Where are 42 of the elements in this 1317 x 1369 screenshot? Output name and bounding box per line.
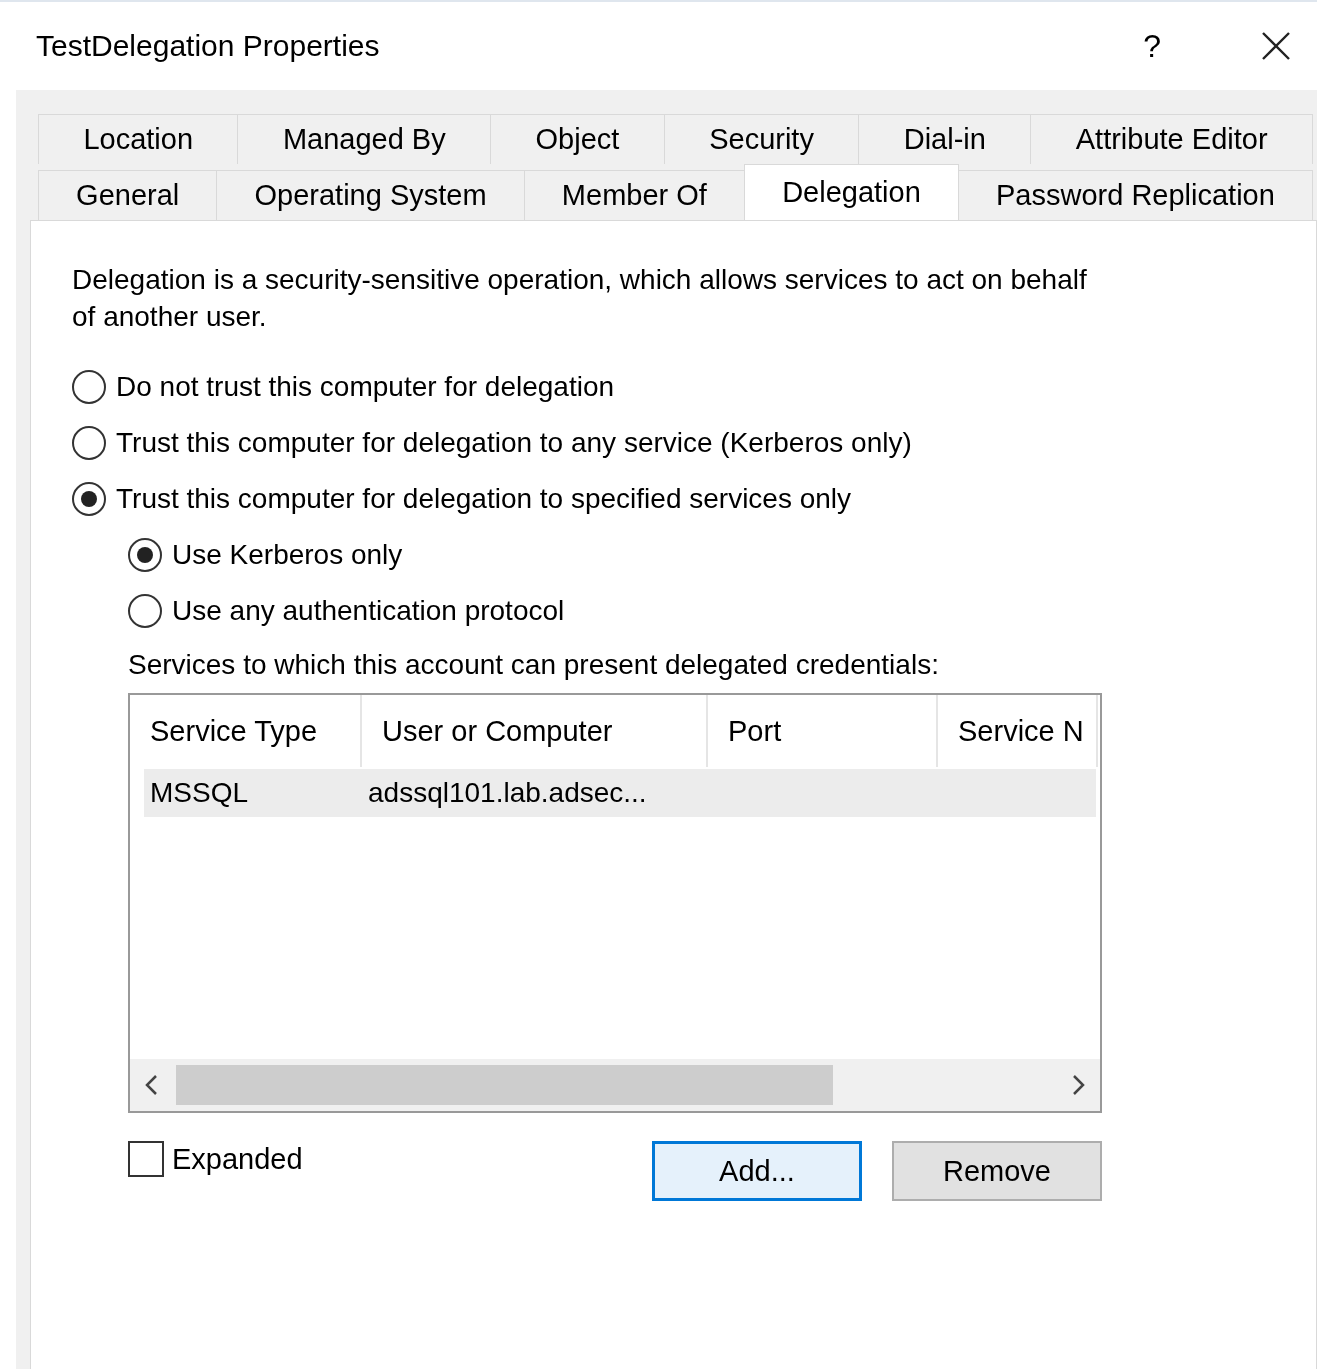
scroll-right-icon[interactable] bbox=[1072, 1074, 1086, 1096]
radio-button[interactable] bbox=[72, 426, 106, 460]
column-header[interactable]: Service Type bbox=[130, 695, 362, 767]
dialog-button[interactable]: Remove bbox=[892, 1141, 1102, 1201]
table-cell-text: adssql101.lab.adsec... bbox=[367, 776, 648, 810]
tab[interactable]: General bbox=[38, 170, 218, 220]
radio-label: Trust this computer for delegation to specified services only bbox=[116, 483, 852, 515]
scroll-left-icon[interactable] bbox=[144, 1074, 158, 1096]
services-list[interactable]: Service Type User or Computer Port Service N MSSQL adssql101.lab.adsec... bbox=[128, 693, 1102, 1113]
radio-label: Use any authentication protocol bbox=[172, 595, 565, 627]
table-cell-text: MSSQL bbox=[149, 776, 250, 810]
tab[interactable]: Password Replication bbox=[957, 170, 1313, 220]
radio-button[interactable] bbox=[128, 594, 162, 628]
radio-option[interactable]: Use Kerberos only bbox=[128, 527, 403, 583]
services-label: Services to which this account can present delegated credentials: bbox=[128, 649, 940, 681]
expanded-checkbox-option[interactable]: Expanded bbox=[128, 1141, 303, 1177]
radio-label: Do not trust this computer for delegation bbox=[116, 371, 615, 403]
close-icon[interactable] bbox=[1261, 31, 1291, 61]
checkbox[interactable] bbox=[128, 1141, 164, 1177]
tab[interactable]: Attribute Editor bbox=[1030, 114, 1313, 164]
radio-option[interactable]: Trust this computer for delegation to any service (Kerberos only) bbox=[72, 415, 912, 471]
radio-label: Trust this computer for delegation to any service (Kerberos only) bbox=[116, 427, 912, 459]
column-header[interactable]: Port bbox=[708, 695, 938, 767]
radio-button[interactable] bbox=[72, 370, 106, 404]
radio-button[interactable] bbox=[72, 482, 106, 516]
radio-button[interactable] bbox=[128, 538, 162, 572]
description-text: Delegation is a security-sensitive operation, which allows services to act on behalf of another user. bbox=[72, 263, 1088, 334]
column-header[interactable]: User or Computer bbox=[362, 695, 708, 767]
radio-option[interactable]: Do not trust this computer for delegation bbox=[72, 359, 615, 415]
scrollbar-thumb[interactable] bbox=[176, 1065, 833, 1105]
help-button[interactable]: ? bbox=[1143, 27, 1161, 65]
list-row[interactable]: MSSQL adssql101.lab.adsec... bbox=[144, 769, 1096, 817]
radio-option[interactable]: Use any authentication protocol bbox=[128, 583, 565, 639]
tab[interactable]: Location bbox=[38, 114, 239, 164]
column-header[interactable]: Service N bbox=[938, 695, 1098, 767]
checkbox-label: Expanded bbox=[172, 1142, 303, 1176]
radio-label: Use Kerberos only bbox=[172, 539, 403, 571]
window-title: TestDelegation Properties bbox=[36, 29, 381, 63]
horizontal-scrollbar[interactable] bbox=[130, 1059, 1100, 1111]
tab[interactable]: Delegation bbox=[744, 164, 959, 220]
radio-option[interactable]: Trust this computer for delegation to specified services only bbox=[72, 471, 852, 527]
dialog-button[interactable]: Add... bbox=[652, 1141, 862, 1201]
